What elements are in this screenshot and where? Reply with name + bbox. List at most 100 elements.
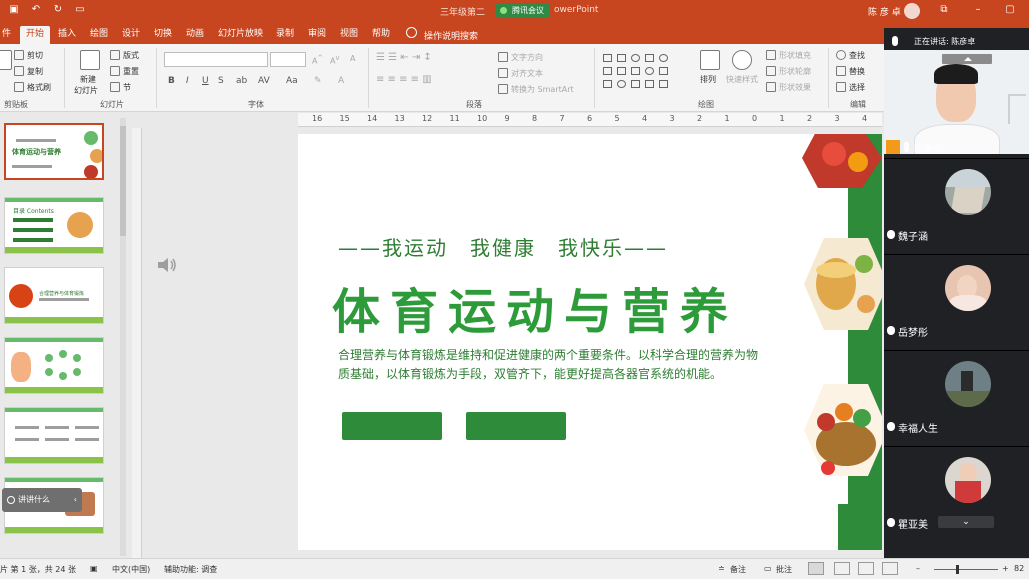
present-icon[interactable]: ▭ xyxy=(74,4,86,16)
section-button[interactable]: 节 xyxy=(110,82,131,93)
notes-icon[interactable]: ≐ xyxy=(718,564,725,573)
slide-thumbnail-3[interactable]: 合理营养与体育锻炼 xyxy=(4,267,104,324)
slide-subtitle[interactable]: ——我运动 我健康 我快乐—— xyxy=(338,232,668,261)
text-shadow-icon[interactable]: ab xyxy=(236,76,247,86)
zoom-level[interactable]: 82 xyxy=(1014,564,1024,573)
shape-icon[interactable] xyxy=(645,67,654,75)
cut-button[interactable]: 剪切 xyxy=(14,50,43,61)
meeting-badge[interactable]: 腾讯会议 xyxy=(496,3,550,18)
zoom-out-button[interactable]: – xyxy=(916,564,920,573)
main-speaker-video[interactable] xyxy=(884,50,1029,154)
decrease-font-icon[interactable]: Av xyxy=(330,54,339,66)
reset-button[interactable]: 重置 xyxy=(110,66,139,77)
slideshow-button[interactable] xyxy=(882,562,898,575)
slide-thumbnail-4[interactable] xyxy=(4,337,104,394)
tab-design[interactable]: 设计 xyxy=(116,26,146,44)
tab-review[interactable]: 审阅 xyxy=(302,26,332,44)
tab-home[interactable]: 开始 xyxy=(20,26,51,44)
chevron-down-icon[interactable]: ⌄ xyxy=(938,516,994,528)
slide-thumbnail-1[interactable]: 体育运动与营养 xyxy=(4,123,104,180)
quick-styles-icon[interactable] xyxy=(732,50,752,70)
format-painter-button[interactable]: 格式刷 xyxy=(14,82,51,93)
new-slide-button-line2[interactable]: 幻灯片 xyxy=(74,85,98,96)
zoom-in-button[interactable]: + xyxy=(1002,564,1009,573)
comments-icon[interactable]: ▭ xyxy=(764,564,772,573)
tab-insert[interactable]: 插入 xyxy=(52,26,82,44)
font-color-icon[interactable]: A xyxy=(338,76,344,86)
language-status[interactable]: 中文(中国) xyxy=(112,564,150,575)
slide-title[interactable]: 体育运动与营养 xyxy=(332,272,738,342)
shape-icon[interactable] xyxy=(617,54,626,62)
participant-tile[interactable]: 岳梦彤 xyxy=(884,254,1029,350)
clear-format-icon[interactable]: A xyxy=(350,54,355,63)
tab-record[interactable]: 录制 xyxy=(270,26,300,44)
restore-icon[interactable]: ▢ xyxy=(1004,4,1016,16)
normal-view-button[interactable] xyxy=(808,562,824,575)
shape-icon[interactable] xyxy=(603,67,612,75)
tab-transitions[interactable]: 切换 xyxy=(148,26,178,44)
spellcheck-icon[interactable]: ▣ xyxy=(90,564,98,573)
scrollbar-thumb[interactable] xyxy=(120,126,126,236)
shape-fill-button[interactable]: 形状填充 xyxy=(766,50,811,61)
italic-button[interactable]: I xyxy=(186,76,189,86)
shape-icon[interactable] xyxy=(645,80,654,88)
tab-animations[interactable]: 动画 xyxy=(180,26,210,44)
alignment-icon[interactable]: ≡ ≡ ≡ ≡ ▥ xyxy=(376,74,432,85)
change-case-icon[interactable]: Aa xyxy=(286,76,298,86)
arrange-button[interactable]: 排列 xyxy=(700,74,716,85)
shape-icon[interactable] xyxy=(645,54,654,62)
zoom-slider[interactable] xyxy=(934,569,998,570)
tab-view[interactable]: 视图 xyxy=(334,26,364,44)
shape-icon[interactable] xyxy=(659,67,668,75)
participant-tile[interactable]: 幸福人生 xyxy=(884,350,1029,446)
tab-draw[interactable]: 绘图 xyxy=(84,26,114,44)
slide-thumbnail-2[interactable]: 目录 Contents xyxy=(4,197,104,254)
new-slide-button[interactable]: 新建 xyxy=(80,74,96,85)
shape-outline-button[interactable]: 形状轮廓 xyxy=(766,66,811,77)
smartart-button[interactable]: 转换为 SmartArt xyxy=(498,84,574,95)
shape-icon[interactable] xyxy=(603,54,612,62)
shape-icon[interactable] xyxy=(631,80,640,88)
tab-slideshow[interactable]: 幻灯片放映 xyxy=(212,26,269,44)
select-button[interactable]: 选择 xyxy=(836,82,865,93)
chevron-up-icon[interactable] xyxy=(942,54,992,64)
chevron-left-icon[interactable]: ‹ xyxy=(74,488,77,512)
notes-button[interactable]: 备注 xyxy=(730,564,746,575)
char-spacing-icon[interactable]: AV xyxy=(258,76,270,86)
accessibility-status[interactable]: 辅助功能: 调查 xyxy=(164,564,217,575)
speaker-icon[interactable] xyxy=(156,256,178,274)
font-size-select[interactable] xyxy=(270,52,306,67)
copy-button[interactable]: 复制 xyxy=(14,66,43,77)
increase-font-icon[interactable]: A^ xyxy=(312,54,323,66)
shape-icon[interactable] xyxy=(631,54,640,62)
shape-icon[interactable] xyxy=(617,80,626,88)
highlight-icon[interactable]: ✎ xyxy=(314,76,322,86)
tab-help[interactable]: 帮助 xyxy=(366,26,396,44)
ribbon-display-icon[interactable]: ⧉ xyxy=(938,4,950,16)
participant-tile[interactable]: 魏子涵 xyxy=(884,158,1029,254)
align-text-button[interactable]: 对齐文本 xyxy=(498,68,543,79)
undo-icon[interactable]: ↶ xyxy=(30,4,42,16)
reading-view-button[interactable] xyxy=(858,562,874,575)
strikethrough-button[interactable]: S xyxy=(218,76,224,86)
replace-button[interactable]: 替换 xyxy=(836,66,865,77)
font-name-select[interactable] xyxy=(164,52,268,67)
shapes-gallery[interactable] xyxy=(601,52,691,92)
bold-button[interactable]: B xyxy=(168,76,175,86)
avatar[interactable] xyxy=(904,3,920,19)
thumbnail-scrollbar[interactable] xyxy=(120,118,126,556)
shape-effects-button[interactable]: 形状效果 xyxy=(766,82,811,93)
shape-icon[interactable] xyxy=(617,67,626,75)
zoom-slider-knob[interactable] xyxy=(956,565,959,574)
shape-icon[interactable] xyxy=(659,80,668,88)
minimize-icon[interactable]: – xyxy=(972,4,984,16)
arrange-icon[interactable] xyxy=(700,50,720,70)
tab-file[interactable]: 件 xyxy=(0,26,17,44)
underline-button[interactable]: U xyxy=(202,76,209,86)
text-direction-button[interactable]: 文字方向 xyxy=(498,52,543,63)
find-button[interactable]: 查找 xyxy=(836,50,865,61)
comments-button[interactable]: 批注 xyxy=(776,564,792,575)
slide-thumbnail-5[interactable] xyxy=(4,407,104,464)
quick-styles-button[interactable]: 快速样式 xyxy=(726,74,758,85)
save-icon[interactable]: ▣ xyxy=(8,4,20,16)
